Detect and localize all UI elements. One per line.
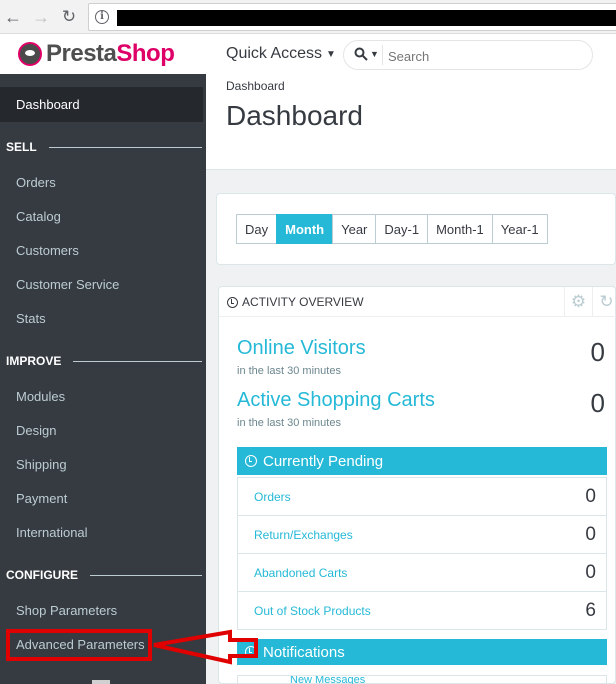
currently-pending-header: Currently Pending (237, 447, 607, 475)
sidebar-item-international[interactable]: International (16, 525, 88, 540)
sidebar-item-catalog[interactable]: Catalog (16, 209, 61, 224)
pending-out-of-stock-link[interactable]: Out of Stock Products (254, 604, 371, 618)
clock-icon (227, 296, 238, 308)
table-row: Out of Stock Products 6 (238, 591, 606, 629)
address-bar[interactable]: i (88, 3, 616, 31)
sidebar-item-orders[interactable]: Orders (16, 175, 56, 190)
sidebar-section-configure: CONFIGURE (6, 568, 202, 582)
pending-orders-value: 0 (585, 486, 596, 507)
sidebar-item-customers[interactable]: Customers (16, 243, 79, 258)
table-row: Orders 0 (238, 477, 606, 515)
notifications-tabs: New Messages (237, 675, 607, 684)
online-visitors-subtitle: in the last 30 minutes (237, 365, 341, 377)
search-scope-caret-icon[interactable]: ▼ (370, 49, 379, 59)
annotation-arrow-icon (153, 629, 258, 665)
search-divider (382, 45, 383, 65)
search-box: ▼ (343, 40, 593, 70)
gear-icon[interactable]: ⚙ (565, 287, 593, 317)
sidebar-item-shipping[interactable]: Shipping (16, 457, 67, 472)
sidebar-item-modules[interactable]: Modules (16, 389, 65, 404)
pending-abandoned-carts-link[interactable]: Abandoned Carts (254, 566, 347, 580)
pending-orders-link[interactable]: Orders (254, 490, 291, 504)
pending-returns-value: 0 (585, 524, 596, 545)
info-icon[interactable]: i (95, 10, 109, 24)
period-month-button[interactable]: Month (276, 214, 334, 244)
page-title: Dashboard (226, 100, 363, 131)
notifications-header: Notifications (237, 639, 607, 665)
search-icon[interactable] (354, 47, 368, 61)
browser-toolbar: ← → ↻ i (0, 0, 616, 34)
search-input[interactable] (388, 47, 578, 65)
redacted-url (117, 10, 616, 26)
period-month-1-button[interactable]: Month-1 (427, 214, 493, 244)
sidebar-item-stats[interactable]: Stats (16, 311, 46, 326)
sidebar-item-payment[interactable]: Payment (16, 491, 67, 506)
sidebar-item-dashboard[interactable]: Dashboard (0, 87, 203, 122)
activity-title: ACTIVITY OVERVIEW (227, 295, 364, 309)
puffin-logo-icon (18, 42, 42, 66)
active-carts-label[interactable]: Active Shopping Carts (237, 389, 435, 412)
period-year-button[interactable]: Year (332, 214, 377, 244)
back-arrow-icon[interactable]: ← (2, 6, 24, 28)
sidebar: Dashboard (0, 74, 206, 684)
forward-arrow-icon[interactable]: → (30, 6, 52, 28)
active-carts-subtitle: in the last 30 minutes (237, 417, 341, 429)
caret-down-icon: ▼ (326, 48, 336, 60)
sidebar-item-shop-parameters[interactable]: Shop Parameters (16, 603, 117, 618)
period-year-1-button[interactable]: Year-1 (491, 214, 548, 244)
quick-access-label: Quick Access (226, 45, 323, 62)
table-row: Abandoned Carts 0 (238, 553, 606, 591)
sidebar-section-sell: SELL (6, 140, 202, 154)
clock-icon (245, 455, 257, 467)
period-day-button[interactable]: Day (236, 214, 278, 244)
page-header: Dashboard Dashboard (206, 74, 616, 170)
online-visitors-label[interactable]: Online Visitors (237, 337, 366, 360)
breadcrumb[interactable]: Dashboard (226, 79, 285, 93)
pending-out-of-stock-value: 6 (585, 600, 596, 621)
reload-icon[interactable]: ↻ (58, 6, 80, 28)
table-row: Return/Exchanges 0 (238, 515, 606, 553)
period-button-group: Day Month Year Day-1 Month-1 Year-1 (236, 214, 548, 244)
online-visitors-value: 0 (590, 337, 605, 367)
activity-tools: ⚙ ↻ (564, 287, 616, 317)
pending-table: Orders 0 Return/Exchanges 0 Abandoned Ca… (237, 477, 607, 630)
pending-abandoned-carts-value: 0 (585, 562, 596, 583)
period-day-1-button[interactable]: Day-1 (375, 214, 429, 244)
sidebar-section-improve: IMPROVE (6, 354, 202, 368)
refresh-icon[interactable]: ↻ (593, 287, 616, 317)
sidebar-collapse-handle[interactable] (92, 680, 110, 684)
quick-access-dropdown[interactable]: Quick Access ▼ (226, 45, 336, 63)
new-messages-tab[interactable]: New Messages (290, 676, 365, 684)
logo-text: PrestaShop (46, 40, 175, 67)
active-carts-value: 0 (590, 388, 605, 418)
sidebar-item-design[interactable]: Design (16, 423, 56, 438)
activity-overview-panel: ACTIVITY OVERVIEW ⚙ ↻ Online Visitors in… (218, 286, 616, 684)
annotation-highlight-box (6, 629, 152, 661)
sidebar-item-customer-service[interactable]: Customer Service (16, 277, 119, 292)
activity-panel-header: ACTIVITY OVERVIEW ⚙ ↻ (219, 287, 616, 317)
top-header: PrestaShop Quick Access ▼ ▼ (0, 34, 616, 74)
pending-returns-link[interactable]: Return/Exchanges (254, 528, 353, 542)
prestashop-logo[interactable]: PrestaShop (18, 40, 175, 68)
